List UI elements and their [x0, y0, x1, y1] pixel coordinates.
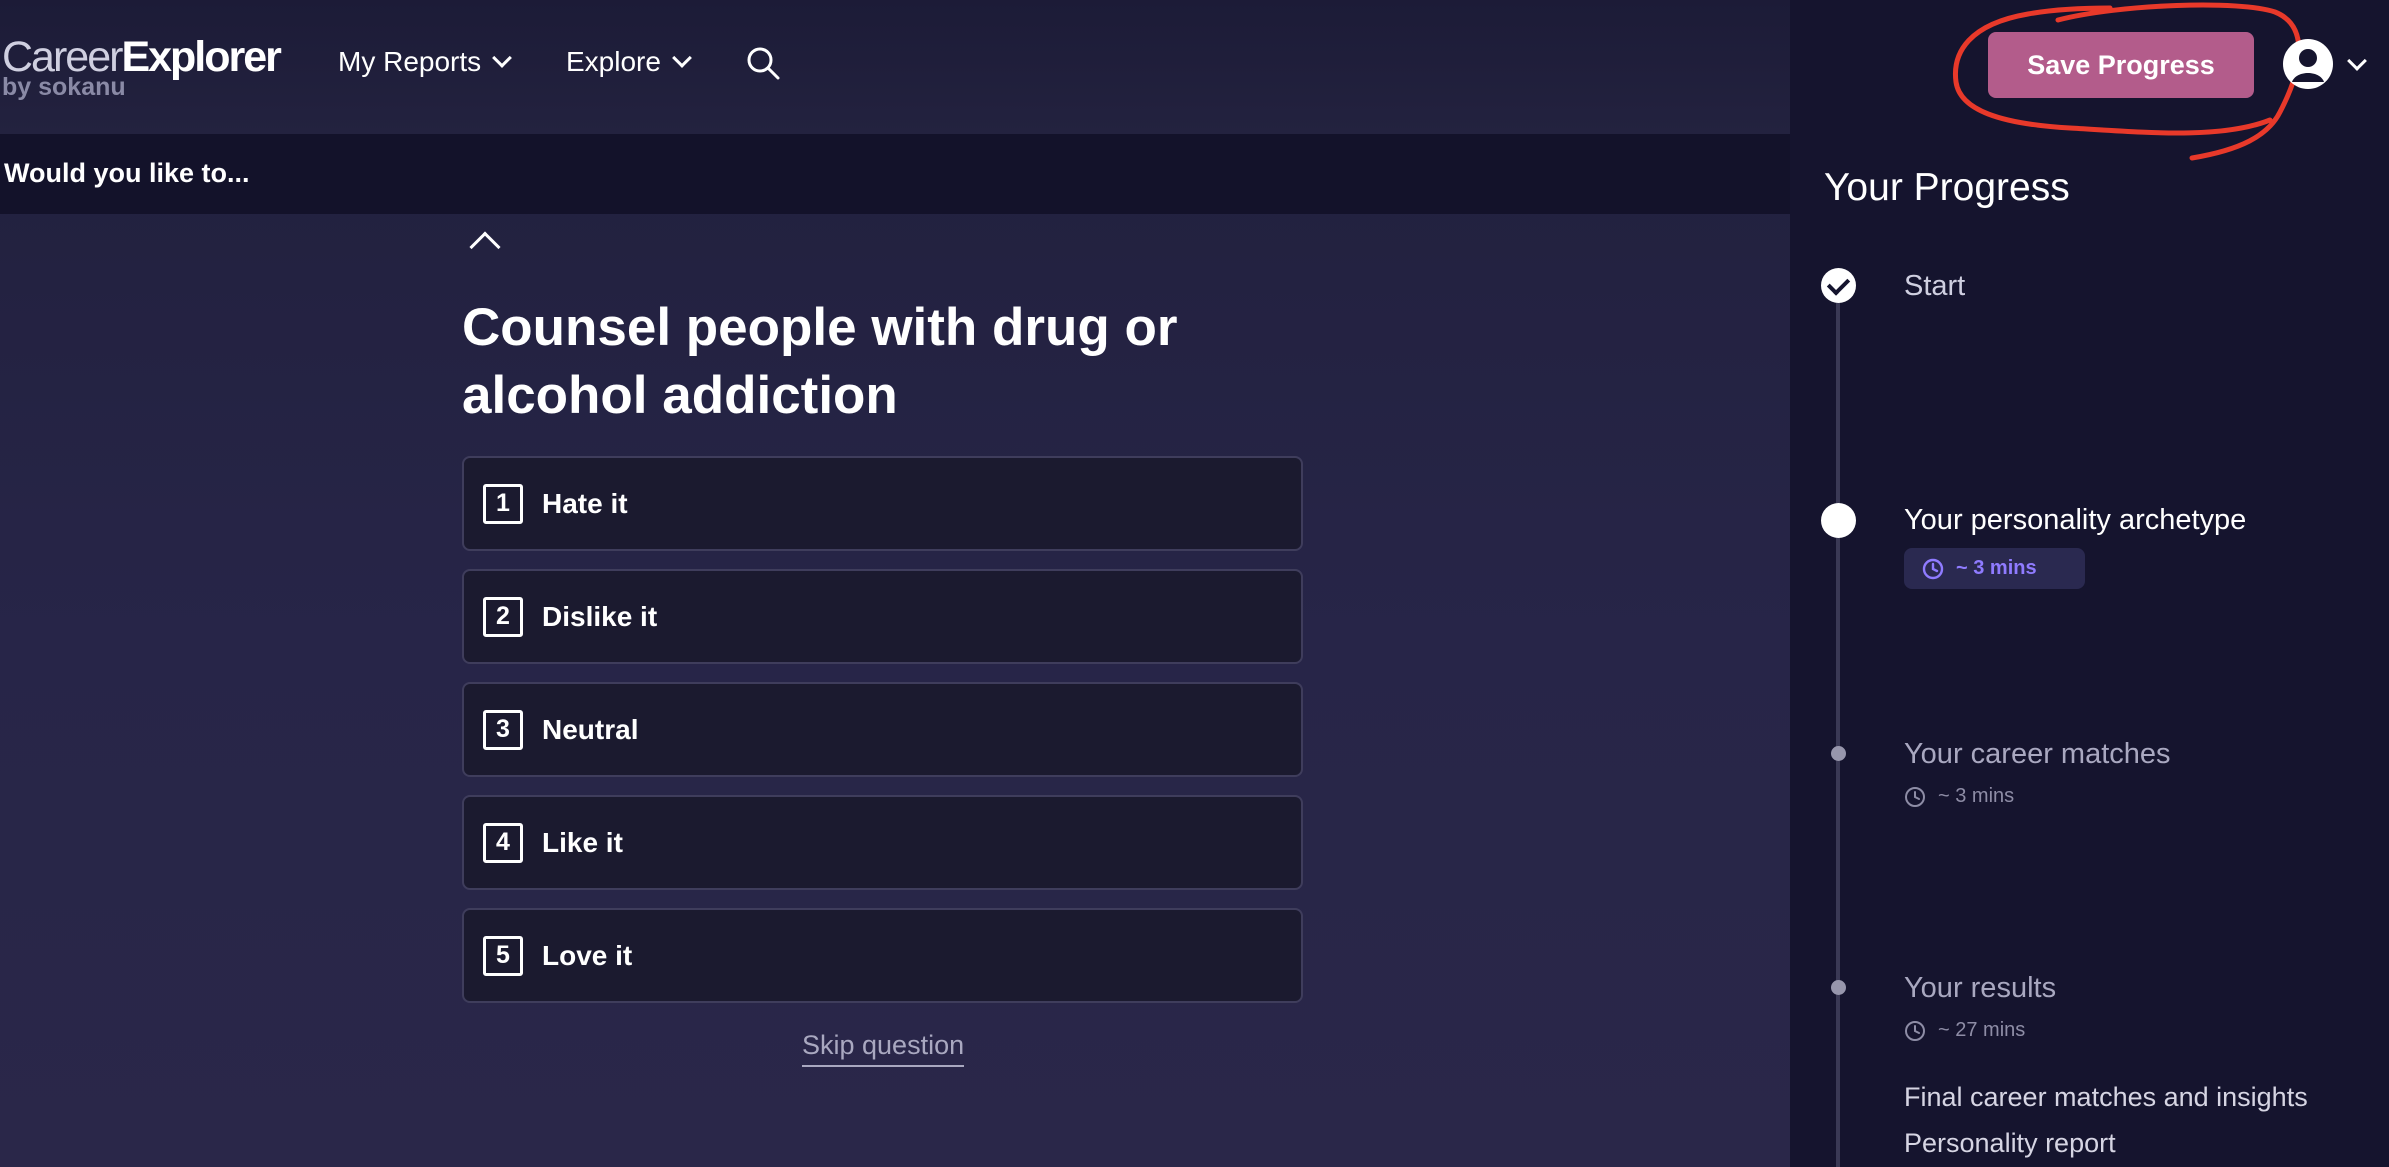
option-number: 1 [483, 483, 523, 524]
time-estimate: ~ 27 mins [1904, 1019, 2025, 1042]
check-circle-icon [1821, 268, 1856, 303]
save-progress-button[interactable]: Save Progress [1988, 32, 2254, 98]
time-estimate-text: ~ 3 mins [1938, 785, 2015, 807]
logo-text-explorer: Explorer [121, 33, 281, 81]
step-personality-label: Your personality archetype [1904, 504, 2247, 536]
option-number: 2 [483, 596, 523, 637]
clock-icon [1922, 558, 1944, 579]
clock-icon [1905, 1020, 1925, 1041]
option-label: Like it [542, 826, 623, 858]
question-category-label: Would you like to... [4, 158, 250, 188]
progress-track [1836, 286, 1840, 1167]
clock-icon [1905, 786, 1925, 807]
progress-title: Your Progress [1824, 166, 2070, 209]
skip-question-link[interactable]: Skip question [802, 1030, 965, 1067]
upcoming-step-dot [1831, 980, 1846, 995]
upcoming-step-dot [1831, 746, 1846, 761]
step-results-label: Your results [1904, 972, 2057, 1004]
nav-explore-label: Explore [566, 46, 661, 77]
option-label: Hate it [542, 487, 628, 519]
answer-option-4[interactable]: 4 Like it [462, 795, 1303, 890]
answer-option-3[interactable]: 3 Neutral [462, 682, 1303, 777]
step-start-label: Start [1904, 270, 1966, 302]
previous-question-chevron-up-icon[interactable] [469, 231, 501, 263]
time-estimate-text: ~ 27 mins [1938, 1019, 2026, 1041]
nav-explore[interactable]: Explore [566, 46, 692, 78]
time-estimate: ~ 3 mins [1904, 785, 2014, 808]
current-step-dot [1821, 503, 1856, 538]
option-number: 5 [483, 935, 523, 976]
time-estimate-badge: ~ 3 mins [1904, 548, 2085, 589]
option-number: 3 [483, 709, 523, 750]
user-avatar-icon[interactable] [2282, 38, 2334, 90]
results-item: Personality report [1904, 1128, 2116, 1158]
answer-option-5[interactable]: 5 Love it [462, 908, 1303, 1003]
nav-my-reports-label: My Reports [338, 46, 482, 77]
question-category-bar: Would you like to... [0, 134, 1790, 214]
option-number: 4 [483, 822, 523, 863]
time-estimate-text: ~ 3 mins [1956, 557, 2037, 579]
chevron-down-icon [672, 48, 692, 68]
option-label: Dislike it [542, 600, 658, 632]
question-title: Counsel people with drug or alcohol addi… [462, 298, 1178, 425]
main-area: CareerExplorer by sokanu My Reports Expl… [0, 0, 1790, 1167]
step-career-matches-label: Your career matches [1904, 738, 2171, 770]
logo[interactable]: CareerExplorer by sokanu [2, 32, 282, 100]
search-icon[interactable] [746, 46, 780, 80]
option-label: Love it [542, 939, 633, 971]
option-label: Neutral [542, 713, 639, 745]
results-item: Final career matches and insights [1904, 1082, 2308, 1112]
top-navbar: CareerExplorer by sokanu My Reports Expl… [0, 0, 1790, 134]
answer-option-2[interactable]: 2 Dislike it [462, 569, 1303, 664]
chevron-down-icon [492, 48, 513, 68]
nav-my-reports[interactable]: My Reports [338, 46, 513, 78]
answer-option-1[interactable]: 1 Hate it [462, 456, 1303, 551]
